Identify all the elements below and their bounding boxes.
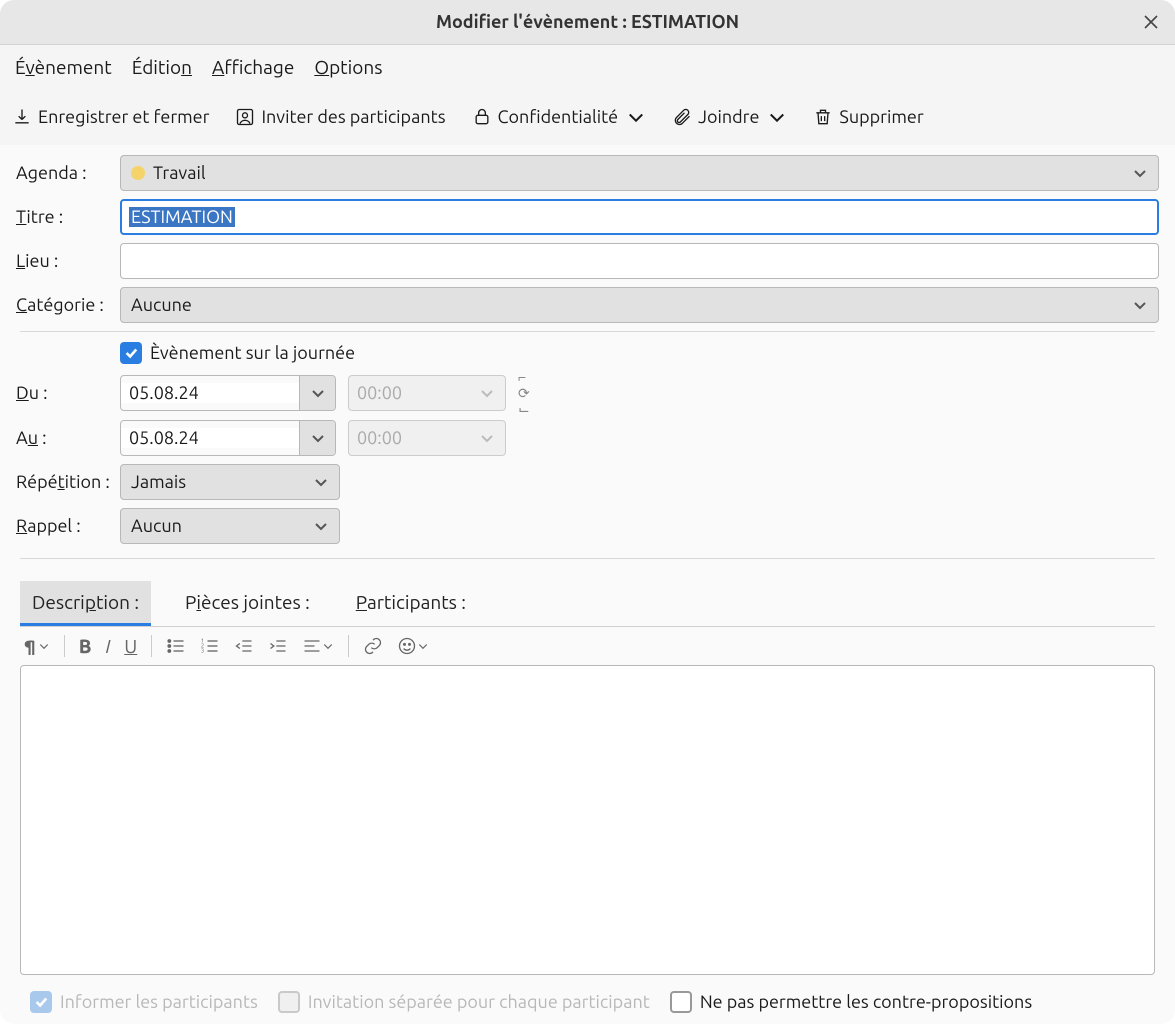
all-day-checkbox[interactable] bbox=[120, 342, 142, 364]
date-to-input[interactable]: 05.08.24 bbox=[120, 420, 336, 456]
label-title: Titre : bbox=[10, 207, 120, 227]
close-icon[interactable] bbox=[1141, 12, 1161, 32]
separate-invite-checkbox bbox=[278, 991, 300, 1013]
privacy-button[interactable]: Confidentialité bbox=[472, 107, 647, 127]
bold-button[interactable]: B bbox=[79, 635, 92, 657]
chevron-down-icon bbox=[626, 107, 646, 127]
repeat-select[interactable]: Jamais bbox=[120, 464, 340, 500]
label-nocounter: Ne pas permettre les contre-propositions bbox=[700, 992, 1032, 1012]
menu-display[interactable]: Affichage bbox=[212, 56, 294, 78]
chevron-down-icon bbox=[1132, 165, 1148, 181]
tabs: Description : Pièces jointes : Participa… bbox=[20, 581, 1165, 626]
editor-toolbar: ¶ B I U 123 bbox=[10, 627, 1165, 665]
category-select[interactable]: Aucune bbox=[120, 287, 1159, 323]
reminder-select[interactable]: Aucun bbox=[120, 508, 340, 544]
label-from: Du : bbox=[10, 383, 120, 403]
save-icon bbox=[12, 107, 32, 127]
people-icon bbox=[235, 107, 255, 127]
agenda-select[interactable]: Travail bbox=[120, 155, 1159, 191]
chevron-down-icon bbox=[313, 518, 329, 534]
titlebar: Modifier l'évènement : ESTIMATION bbox=[0, 0, 1175, 45]
footer-options: Informer les participants Invitation sép… bbox=[10, 985, 1165, 1023]
tab-participants[interactable]: Participants : bbox=[344, 581, 478, 626]
time-to-input: 00:00 bbox=[348, 420, 506, 456]
outdent-button[interactable] bbox=[234, 636, 254, 656]
chevron-down-icon bbox=[1132, 297, 1148, 313]
label-location: Lieu : bbox=[10, 251, 120, 271]
align-button[interactable] bbox=[302, 636, 334, 656]
indent-button[interactable] bbox=[268, 636, 288, 656]
menu-edition[interactable]: Édition bbox=[132, 56, 192, 78]
paperclip-icon bbox=[672, 107, 692, 127]
date-to-dropdown[interactable] bbox=[299, 421, 335, 455]
label-category: Catégorie : bbox=[10, 295, 120, 315]
tab-attachments[interactable]: Pièces jointes : bbox=[173, 581, 322, 626]
lock-icon bbox=[472, 107, 492, 127]
toolbar: Enregistrer et fermer Inviter des partic… bbox=[0, 89, 1175, 145]
italic-button[interactable]: I bbox=[106, 635, 111, 657]
menu-event[interactable]: Évènement bbox=[15, 56, 112, 78]
chevron-down-icon bbox=[313, 474, 329, 490]
label-repeat: Répétition : bbox=[10, 472, 120, 492]
label-agenda: Agenda : bbox=[10, 163, 120, 183]
menubar: Évènement Édition Affichage Options bbox=[0, 45, 1175, 89]
attach-button[interactable]: Joindre bbox=[672, 107, 787, 127]
save-close-button[interactable]: Enregistrer et fermer bbox=[12, 107, 209, 127]
trash-icon bbox=[813, 107, 833, 127]
calendar-color-dot bbox=[131, 166, 145, 180]
timezone-link-icon[interactable]: ⌐⟳⌙ bbox=[518, 370, 530, 416]
no-counter-checkbox[interactable] bbox=[670, 991, 692, 1013]
location-input[interactable] bbox=[120, 243, 1159, 279]
label-all-day: Èvènement sur la journée bbox=[150, 343, 355, 363]
notify-participants-checkbox bbox=[30, 991, 52, 1013]
invite-button[interactable]: Inviter des participants bbox=[235, 107, 445, 127]
title-input[interactable]: ESTIMATION bbox=[120, 199, 1159, 235]
paragraph-style-button[interactable]: ¶ bbox=[24, 637, 50, 656]
underline-button[interactable]: U bbox=[124, 635, 137, 657]
tab-description[interactable]: Description : bbox=[20, 581, 151, 626]
description-editor[interactable] bbox=[20, 665, 1155, 975]
menu-options[interactable]: Options bbox=[314, 56, 382, 78]
svg-text:3: 3 bbox=[201, 649, 204, 655]
time-from-input: 00:00 bbox=[348, 375, 506, 411]
label-to: Au : bbox=[10, 428, 120, 448]
window-title: Modifier l'évènement : ESTIMATION bbox=[436, 12, 739, 32]
date-from-dropdown[interactable] bbox=[299, 376, 335, 410]
label-separate: Invitation séparée pour chaque participa… bbox=[308, 992, 650, 1012]
number-list-button[interactable]: 123 bbox=[200, 636, 220, 656]
delete-button[interactable]: Supprimer bbox=[813, 107, 923, 127]
link-button[interactable] bbox=[363, 636, 383, 656]
date-from-input[interactable]: 05.08.24 bbox=[120, 375, 336, 411]
chevron-down-icon bbox=[767, 107, 787, 127]
bullet-list-button[interactable] bbox=[166, 636, 186, 656]
label-reminder: Rappel : bbox=[10, 516, 120, 536]
emoji-button[interactable] bbox=[397, 636, 429, 656]
label-notify: Informer les participants bbox=[60, 992, 258, 1012]
